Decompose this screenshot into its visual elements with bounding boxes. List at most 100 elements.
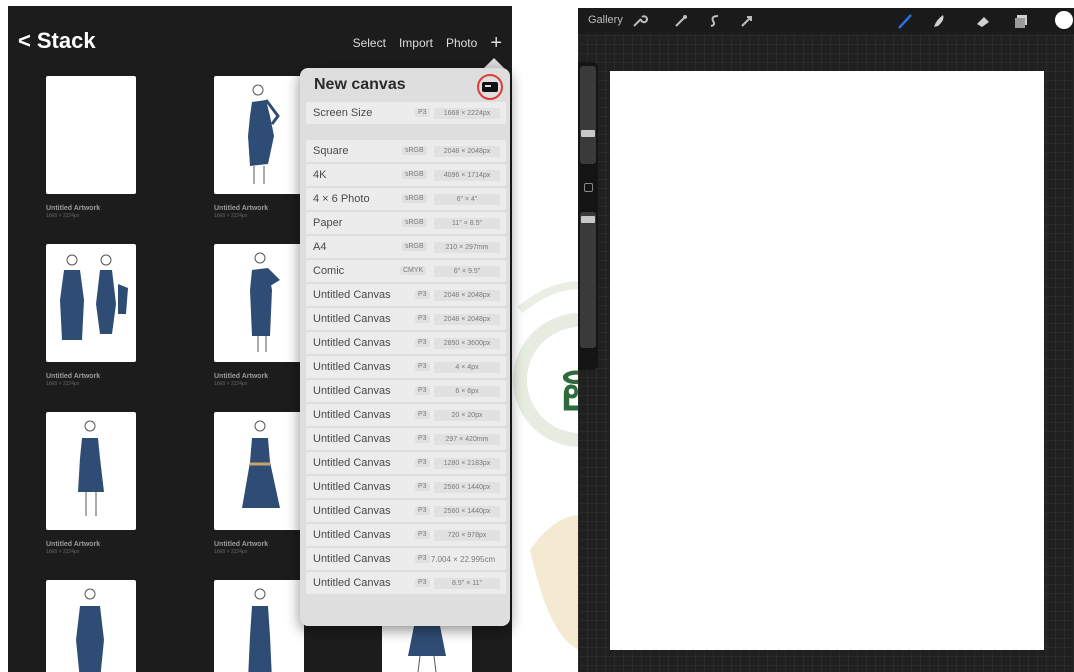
dress-sketch-image bbox=[242, 420, 280, 508]
opacity-slider[interactable] bbox=[580, 212, 596, 348]
canvas-preset-row[interactable]: Untitled Canvas P3 2850 × 3600px bbox=[306, 332, 506, 354]
artwork-size: 1668 × 2224px bbox=[46, 213, 80, 219]
transform-icon[interactable] bbox=[738, 12, 756, 30]
brush-size-slider[interactable] bbox=[580, 66, 596, 164]
canvas-preset-row[interactable]: Untitled Canvas P3 20 × 20px bbox=[306, 404, 506, 426]
preset-dimensions: 8.5" × 11" bbox=[434, 578, 500, 589]
popover-caret bbox=[484, 58, 504, 68]
smudge-icon[interactable] bbox=[930, 12, 948, 30]
canvas-preset-row[interactable]: Untitled Canvas P3 2560 × 1440px bbox=[306, 476, 506, 498]
import-button[interactable]: Import bbox=[399, 36, 433, 50]
artwork-thumbnail[interactable] bbox=[214, 412, 304, 530]
artwork-title: Untitled Artwork bbox=[214, 541, 269, 548]
preset-name: Untitled Canvas bbox=[313, 385, 391, 397]
brush-icon[interactable] bbox=[896, 12, 914, 30]
procreate-canvas-view: Gallery bbox=[578, 8, 1074, 672]
artwork-thumbnail[interactable] bbox=[46, 412, 136, 530]
preset-color-space: P3 bbox=[415, 290, 430, 299]
brush-size-handle[interactable] bbox=[581, 130, 595, 137]
canvas-preset-row[interactable]: Untitled Canvas P3 720 × 978px bbox=[306, 524, 506, 546]
preset-name: Untitled Canvas bbox=[313, 289, 391, 301]
canvas-preset-row[interactable]: Screen Size P3 1668 × 2224px bbox=[306, 102, 506, 124]
canvas-preset-row[interactable]: Paper sRGB 11" × 8.5" bbox=[306, 212, 506, 234]
preset-dimensions: 2560 × 1440px bbox=[434, 506, 500, 517]
preset-color-space: P3 bbox=[415, 434, 430, 443]
photo-button[interactable]: Photo bbox=[446, 36, 477, 50]
artwork-thumbnail[interactable] bbox=[46, 580, 136, 672]
canvas-preset-row[interactable]: Untitled Canvas P3 297 × 420mm bbox=[306, 428, 506, 450]
drawing-canvas[interactable] bbox=[610, 71, 1044, 650]
opacity-handle[interactable] bbox=[581, 216, 595, 223]
layers-icon[interactable] bbox=[1012, 12, 1030, 30]
artwork-title: Untitled Artwork bbox=[214, 205, 269, 212]
add-canvas-button[interactable]: + bbox=[490, 33, 502, 53]
folder-plus-icon bbox=[482, 82, 498, 92]
preset-color-space: P3 bbox=[415, 410, 430, 419]
gallery-header: < Stack Select Import Photo + bbox=[8, 6, 512, 66]
artwork-size: 1668 × 2224px bbox=[214, 549, 248, 555]
canvas-preset-row[interactable]: Comic CMYK 6" × 9.5" bbox=[306, 260, 506, 282]
preset-name: Untitled Canvas bbox=[313, 337, 391, 349]
preset-dimensions: 2048 × 2048px bbox=[434, 290, 500, 301]
preset-dimensions: 4 × 4px bbox=[434, 362, 500, 373]
dress-sketch-image bbox=[248, 84, 280, 184]
canvas-preset-row[interactable]: Untitled Canvas P3 2048 × 2048px bbox=[306, 284, 506, 306]
preset-name: Untitled Canvas bbox=[313, 457, 391, 469]
preset-color-space: P3 bbox=[415, 458, 430, 467]
preset-name: Paper bbox=[313, 217, 343, 229]
preset-name: Untitled Canvas bbox=[313, 409, 391, 421]
artwork-title: Untitled Artwork bbox=[46, 541, 101, 548]
select-button[interactable]: Select bbox=[353, 36, 386, 50]
eraser-icon[interactable] bbox=[974, 12, 992, 30]
magic-wand-icon[interactable] bbox=[672, 12, 690, 30]
preset-color-space: P3 bbox=[415, 482, 430, 491]
preset-name: Untitled Canvas bbox=[313, 481, 391, 493]
canvas-preset-row[interactable]: Untitled Canvas P3 1280 × 2183px bbox=[306, 452, 506, 474]
artwork-size: 1668 × 2224px bbox=[214, 213, 248, 219]
preset-color-space: sRGB bbox=[402, 242, 427, 251]
canvas-preset-row[interactable]: Untitled Canvas P3 2560 × 1440px bbox=[306, 500, 506, 522]
gallery-button[interactable]: Gallery bbox=[588, 14, 623, 26]
preset-dimensions: 2560 × 1440px bbox=[434, 482, 500, 493]
canvas-preset-row[interactable]: 4 × 6 Photo sRGB 6" × 4" bbox=[306, 188, 506, 210]
preset-dimensions: 2048 × 2048px bbox=[434, 146, 500, 157]
selection-icon[interactable] bbox=[706, 12, 724, 30]
artwork-thumbnail[interactable] bbox=[46, 76, 136, 194]
modify-button[interactable] bbox=[584, 183, 593, 192]
wrench-icon[interactable] bbox=[630, 12, 648, 30]
preset-name: 4 × 6 Photo bbox=[313, 193, 370, 205]
preset-name: Untitled Canvas bbox=[313, 553, 391, 565]
artwork-size: 1668 × 2224px bbox=[214, 381, 248, 387]
artwork-size: 1668 × 2224px bbox=[46, 381, 80, 387]
canvas-preset-row[interactable]: Untitled Canvas P3 7.004 × 22.995cm bbox=[306, 548, 506, 570]
preset-dimensions: 720 × 978px bbox=[434, 530, 500, 541]
preset-color-space: sRGB bbox=[402, 146, 427, 155]
gallery-actions: Select Import Photo + bbox=[353, 33, 502, 53]
custom-canvas-button[interactable] bbox=[477, 74, 503, 100]
canvas-preset-row[interactable]: Untitled Canvas P3 8.5" × 11" bbox=[306, 572, 506, 594]
canvas-preset-row[interactable]: A4 sRGB 210 × 297mm bbox=[306, 236, 506, 258]
dress-sketch-image bbox=[76, 588, 104, 672]
preset-name: Untitled Canvas bbox=[313, 361, 391, 373]
preset-dimensions: 2048 × 2048px bbox=[434, 314, 500, 325]
canvas-preset-row[interactable]: Untitled Canvas P3 2048 × 2048px bbox=[306, 308, 506, 330]
artwork-thumbnail[interactable] bbox=[214, 76, 304, 194]
preset-dimensions: 20 × 20px bbox=[434, 410, 500, 421]
dress-sketch-image bbox=[60, 254, 128, 340]
preset-color-space: P3 bbox=[415, 530, 430, 539]
artwork-thumbnail[interactable] bbox=[214, 580, 304, 672]
preset-name: Untitled Canvas bbox=[313, 313, 391, 325]
dress-sketch-image bbox=[248, 588, 272, 672]
artwork-size: 1668 × 2224px bbox=[46, 549, 80, 555]
artwork-thumbnail[interactable] bbox=[214, 244, 304, 362]
canvas-preset-row[interactable]: Untitled Canvas P3 4 × 4px bbox=[306, 356, 506, 378]
preset-dimensions: 11" × 8.5" bbox=[434, 218, 500, 229]
canvas-preset-row[interactable]: Untitled Canvas P3 6 × 6px bbox=[306, 380, 506, 402]
canvas-preset-row[interactable]: 4K sRGB 4096 × 1714px bbox=[306, 164, 506, 186]
new-canvas-title: New canvas bbox=[314, 76, 406, 93]
color-picker-button[interactable] bbox=[1055, 11, 1073, 29]
preset-color-space: P3 bbox=[415, 386, 430, 395]
canvas-preset-row[interactable]: Square sRGB 2048 × 2048px bbox=[306, 140, 506, 162]
artwork-thumbnail[interactable] bbox=[46, 244, 136, 362]
back-button[interactable]: < Stack bbox=[18, 28, 96, 54]
